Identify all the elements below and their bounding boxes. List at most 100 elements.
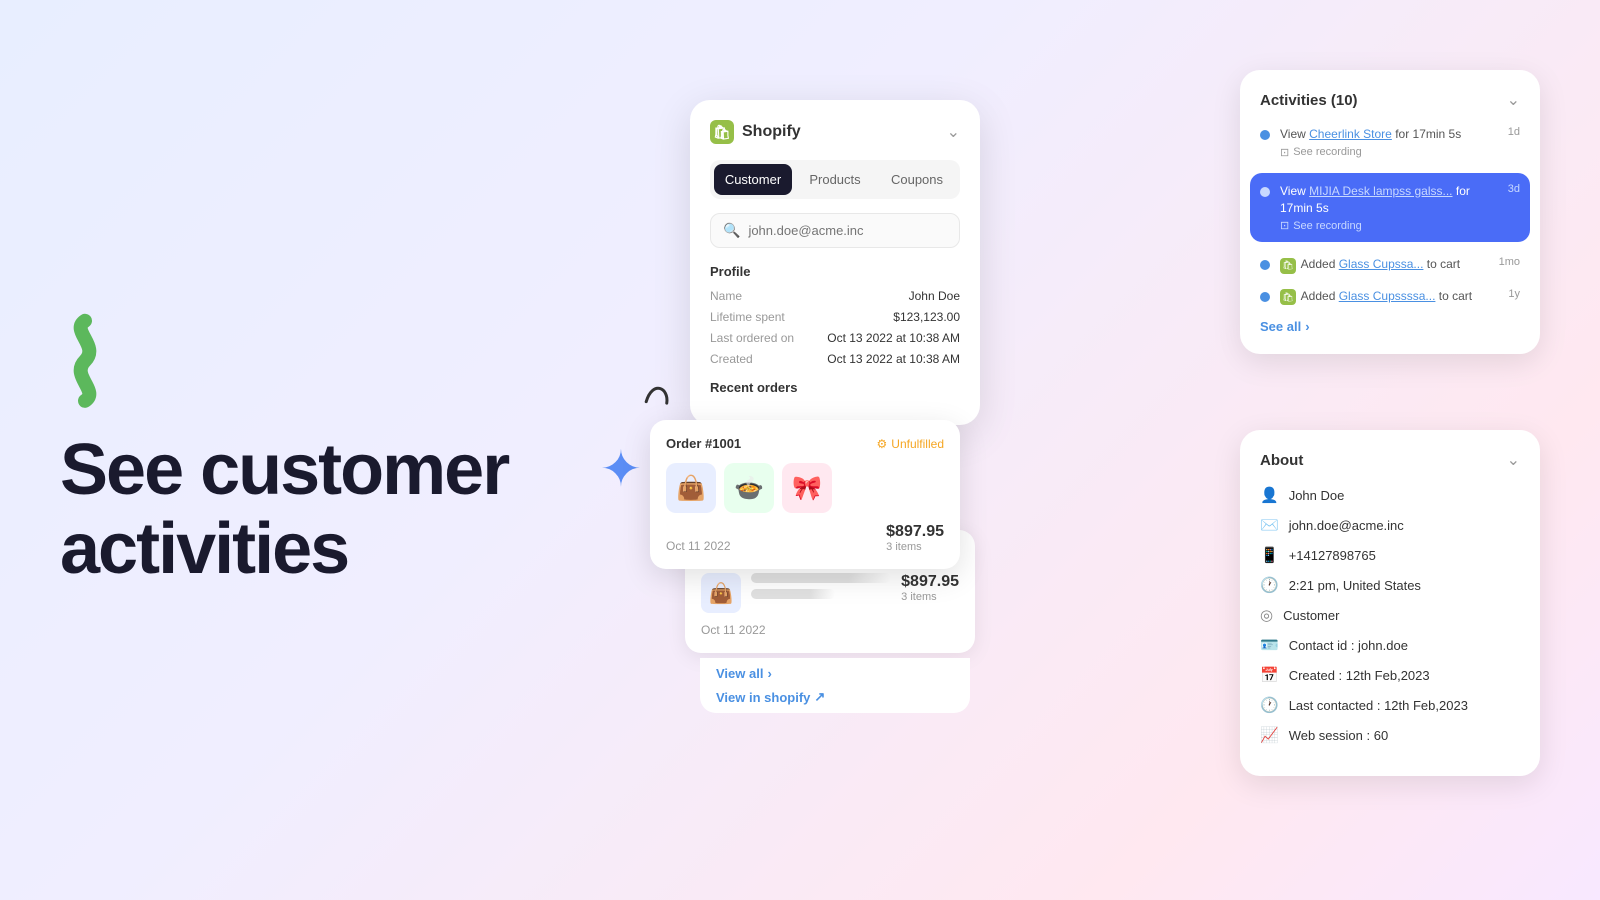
activity-time-4: 1y <box>1508 288 1520 300</box>
recording-icon-1: ⊡ <box>1280 146 1289 159</box>
order-header-main: Order #1001 ⚙ Unfulfilled <box>666 436 944 451</box>
see-all-link[interactable]: See all › <box>1260 319 1520 334</box>
order-price-block-secondary: $897.95 3 items <box>901 573 959 613</box>
order-price-main: $897.95 <box>886 523 944 541</box>
id-icon: 🪪 <box>1260 636 1279 654</box>
profile-row-created: Created Oct 13 2022 at 10:38 AM <box>710 352 960 366</box>
activity-recording-1: ⊡ See recording <box>1280 146 1498 159</box>
activity-content-1: View Cheerlink Store for 17min 5s ⊡ See … <box>1280 126 1498 159</box>
about-row-customer: ◎ Customer <box>1260 606 1520 624</box>
activity-time-1: 1d <box>1508 126 1520 138</box>
activity-item-4: 🛍 Added Glass Cupssssa... to cart 1y <box>1260 288 1520 305</box>
shopify-header: 🛍 Shopify ⌄ <box>710 120 960 144</box>
activity-dot-4 <box>1260 292 1270 302</box>
search-box[interactable]: 🔍 <box>710 213 960 248</box>
star-decoration: ✦ <box>600 440 642 498</box>
profile-section: Profile Name John Doe Lifetime spent $12… <box>710 264 960 366</box>
search-icon: 🔍 <box>723 222 740 239</box>
about-row-email: ✉️ john.doe@acme.inc <box>1260 516 1520 534</box>
activity-time-2: 3d <box>1508 183 1520 195</box>
activity-dot-1 <box>1260 130 1270 140</box>
about-chevron-icon[interactable]: ⌄ <box>1507 450 1520 470</box>
order-secondary-content: 👜 $897.95 3 items <box>701 573 959 613</box>
order-images-main: 👜 🍲 🎀 <box>666 463 944 513</box>
order-number-main: Order #1001 <box>666 436 741 451</box>
order-image-pink: 🎀 <box>782 463 832 513</box>
activities-card: Activities (10) ⌄ View Cheerlink Store f… <box>1240 70 1540 354</box>
activity-dot-3 <box>1260 260 1270 270</box>
activity-link-2[interactable]: MIJIA Desk lampss galss... <box>1309 184 1452 198</box>
view-in-shopify-link[interactable]: View in shopify ↗ <box>716 689 954 705</box>
activity-item-1: View Cheerlink Store for 17min 5s ⊡ See … <box>1260 126 1520 159</box>
blur-bar-1 <box>751 573 891 583</box>
chevron-down-icon[interactable]: ⌄ <box>947 122 960 142</box>
customer-icon: ◎ <box>1260 606 1273 624</box>
activity-link-3[interactable]: Glass Cupssa... <box>1339 257 1424 271</box>
search-input[interactable] <box>748 223 947 238</box>
about-header: About ⌄ <box>1260 450 1520 470</box>
hero-section: See customer activities <box>60 311 540 589</box>
order-image-secondary: 👜 <box>701 573 741 613</box>
shopify-badge-3: 🛍 <box>1280 258 1296 274</box>
about-row-last-contacted: 🕐 Last contacted : 12th Feb,2023 <box>1260 696 1520 714</box>
activity-time-3: 1mo <box>1499 256 1520 268</box>
recent-orders-title: Recent orders <box>710 380 960 395</box>
about-row-created: 📅 Created : 12th Feb,2023 <box>1260 666 1520 684</box>
shopify-badge-4: 🛍 <box>1280 289 1296 305</box>
activity-text-3: 🛍 Added Glass Cupssa... to cart <box>1280 256 1489 273</box>
activity-item-2: View MIJIA Desk lampss galss... for 17mi… <box>1250 173 1530 243</box>
activities-header: Activities (10) ⌄ <box>1260 90 1520 110</box>
order-items-secondary: 3 items <box>901 591 959 603</box>
tab-products[interactable]: Products <box>796 164 874 195</box>
activity-link-1[interactable]: Cheerlink Store <box>1309 127 1392 141</box>
order-image-bag: 👜 <box>666 463 716 513</box>
activities-title: Activities (10) <box>1260 92 1358 109</box>
activity-dot-2 <box>1260 187 1270 197</box>
tab-coupons[interactable]: Coupons <box>878 164 956 195</box>
view-all-link[interactable]: View all › <box>716 666 954 681</box>
about-card: About ⌄ 👤 John Doe ✉️ john.doe@acme.inc … <box>1240 430 1540 776</box>
unfulfilled-icon: ⚙ <box>877 437 888 451</box>
order-items-main: 3 items <box>886 541 944 553</box>
order-image-bowl: 🍲 <box>724 463 774 513</box>
hero-title: See customer activities <box>60 431 540 589</box>
recording-icon-2: ⊡ <box>1280 219 1289 232</box>
shopify-logo: 🛍 Shopify <box>710 120 801 144</box>
about-row-time: 🕐 2:21 pm, United States <box>1260 576 1520 594</box>
tab-customer[interactable]: Customer <box>714 164 792 195</box>
see-all-arrow-icon: › <box>1305 319 1309 334</box>
activity-text-2: View MIJIA Desk lampss galss... for 17mi… <box>1280 183 1498 217</box>
activity-content-2: View MIJIA Desk lampss galss... for 17mi… <box>1280 183 1498 233</box>
profile-title: Profile <box>710 264 960 279</box>
blur-bar-2 <box>751 589 835 599</box>
arrow-right-icon: › <box>767 666 771 681</box>
order-card-main: Order #1001 ⚙ Unfulfilled 👜 🍲 🎀 Oct 11 2… <box>650 420 960 569</box>
order-date-secondary: Oct 11 2022 <box>701 623 959 637</box>
email-icon: ✉️ <box>1260 516 1279 534</box>
order-blur-bars <box>751 573 891 613</box>
about-row-phone: 📱 +14127898765 <box>1260 546 1520 564</box>
about-title: About <box>1260 452 1303 469</box>
profile-row-lifetime: Lifetime spent $123,123.00 <box>710 310 960 324</box>
about-row-contact-id: 🪪 Contact id : john.doe <box>1260 636 1520 654</box>
activity-text-1: View Cheerlink Store for 17min 5s <box>1280 126 1498 143</box>
person-icon: 👤 <box>1260 486 1279 504</box>
external-link-icon: ↗ <box>814 689 825 705</box>
view-links-section: View all › View in shopify ↗ <box>700 658 970 713</box>
phone-icon: 📱 <box>1260 546 1279 564</box>
activity-content-4: 🛍 Added Glass Cupssssa... to cart <box>1280 288 1498 305</box>
activity-item-3: 🛍 Added Glass Cupssa... to cart 1mo <box>1260 256 1520 273</box>
activities-chevron-icon[interactable]: ⌄ <box>1507 90 1520 110</box>
web-session-icon: 📈 <box>1260 726 1279 744</box>
about-row-web-session: 📈 Web session : 60 <box>1260 726 1520 744</box>
activity-link-4[interactable]: Glass Cupssssa... <box>1339 289 1436 303</box>
activity-content-3: 🛍 Added Glass Cupssa... to cart <box>1280 256 1489 273</box>
clock-icon: 🕐 <box>1260 576 1279 594</box>
order-price-block-main: $897.95 3 items <box>886 523 944 553</box>
activity-recording-2: ⊡ See recording <box>1280 219 1498 232</box>
profile-row-last-ordered: Last ordered on Oct 13 2022 at 10:38 AM <box>710 331 960 345</box>
shopify-icon: 🛍 <box>710 120 734 144</box>
activity-text-4: 🛍 Added Glass Cupssssa... to cart <box>1280 288 1498 305</box>
profile-row-name: Name John Doe <box>710 289 960 303</box>
curl-decoration <box>631 367 679 421</box>
